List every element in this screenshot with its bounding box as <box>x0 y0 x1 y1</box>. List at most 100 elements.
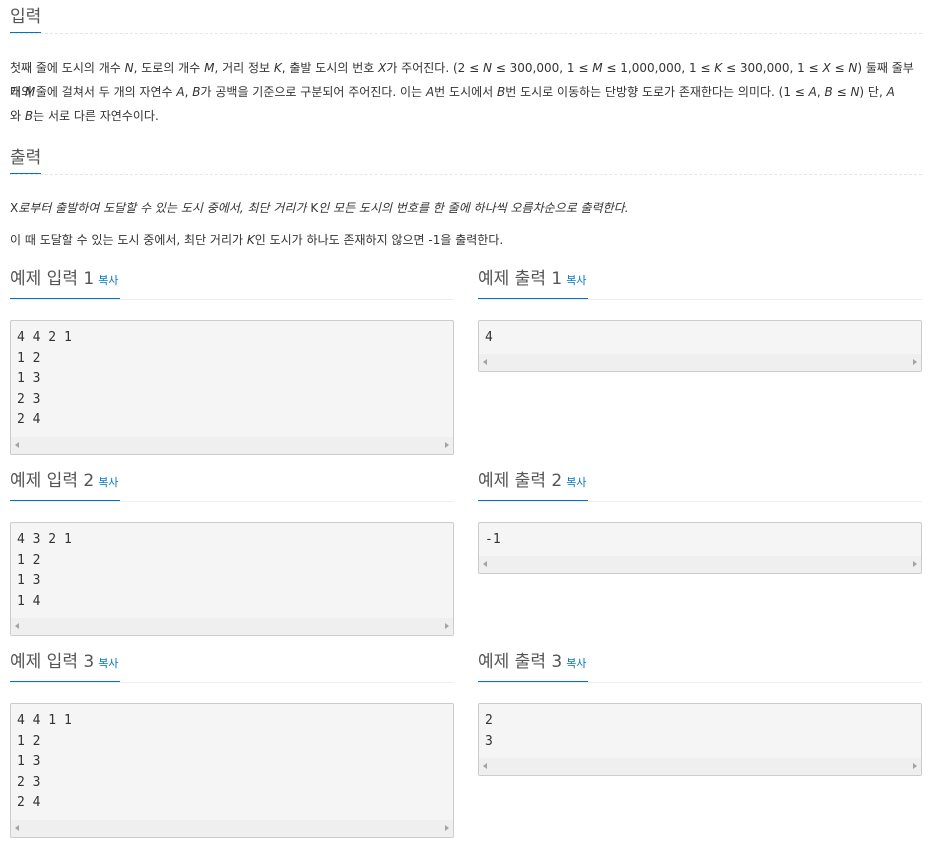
scroll-left-arrow-icon[interactable] <box>15 442 19 448</box>
sample-output-3-title: 예제 출력 3 복사 <box>478 651 589 682</box>
sample-output-1-header: 예제 출력 1 복사 <box>478 268 922 300</box>
math-variable: 로부터 출발하여 도달할 수 있는 도시 중에서, 최단 거리가 <box>18 201 311 215</box>
input-description-line-3: 와 B는 서로 다른 자연수이다. <box>10 104 920 128</box>
scroll-right-arrow-icon[interactable] <box>913 561 917 567</box>
text-run: ≤ 300,000, 1 ≤ <box>722 61 823 75</box>
sample-input-2-box: 4 3 2 1 1 2 1 3 1 4 <box>10 522 454 636</box>
input-description-line-2: 개의 줄에 걸쳐서 두 개의 자연수 A, B가 공백을 기준으로 구분되어 주… <box>10 80 920 104</box>
sample-input-1-title: 예제 입력 1 복사 <box>10 268 121 299</box>
text-run: K <box>310 201 319 215</box>
horizontal-scrollbar[interactable] <box>479 758 921 775</box>
math-variable: B <box>192 85 201 99</box>
math-variable: B <box>824 85 833 99</box>
scroll-left-arrow-icon[interactable] <box>483 561 487 567</box>
text-run: , 거리 정보 <box>214 61 274 75</box>
text-run: , 출발 도시의 번호 <box>281 61 379 75</box>
code-line: 4 3 2 1 <box>17 532 72 547</box>
math-variable: A <box>808 85 817 99</box>
sample-output-3-box: 23 <box>478 703 922 776</box>
output-section-header: 출력 <box>10 147 922 175</box>
sample-input-1-box: 4 4 2 1 1 2 1 3 2 3 2 4 <box>10 320 454 455</box>
scroll-right-arrow-icon[interactable] <box>913 359 917 365</box>
sample-output-1-title: 예제 출력 1 복사 <box>478 268 589 299</box>
code-line: 2 <box>485 713 493 728</box>
copy-sample-output-3-button[interactable]: 복사 <box>566 657 586 670</box>
math-variable: M <box>204 61 215 75</box>
text-run: ≤ 1,000,000, 1 ≤ <box>602 61 715 75</box>
sample-input-3-text: 4 4 1 1 1 2 1 3 2 3 2 4 <box>11 704 453 814</box>
text-run: 번 도시에서 <box>434 85 498 99</box>
code-line: 1 4 <box>17 593 41 609</box>
code-line: 2 3 <box>17 391 41 407</box>
code-line: 4 4 2 1 <box>17 330 72 345</box>
math-variable: N <box>482 61 492 75</box>
sample-output-3-header: 예제 출력 3 복사 <box>478 651 922 683</box>
scroll-left-arrow-icon[interactable] <box>483 359 487 365</box>
text-run: 개의 줄에 걸쳐서 두 개의 자연수 <box>10 85 177 99</box>
text-run: X <box>10 201 19 215</box>
output-description-line-1: X로부터 출발하여 도달할 수 있는 도시 중에서, 최단 거리가 K인 모든 … <box>10 196 920 220</box>
math-variable: K <box>246 233 255 247</box>
math-variable: N <box>848 61 858 75</box>
math-variable: K <box>273 61 282 75</box>
copy-sample-output-2-button[interactable]: 복사 <box>566 476 586 489</box>
math-variable: N <box>124 61 134 75</box>
text-run: 가 공백을 기준으로 구분되어 주어진다. 이는 <box>200 85 426 99</box>
sample-output-2-title: 예제 출력 2 복사 <box>478 470 589 501</box>
text-run: 와 <box>10 109 25 123</box>
text-run: , 도로의 개수 <box>133 61 205 75</box>
code-line: 2 3 <box>17 774 41 790</box>
sample-input-1-text: 4 4 2 1 1 2 1 3 2 3 2 4 <box>11 321 453 431</box>
code-line: 1 3 <box>17 371 41 386</box>
copy-sample-output-1-button[interactable]: 복사 <box>566 274 586 287</box>
scroll-left-arrow-icon[interactable] <box>15 825 19 831</box>
math-variable: A <box>886 85 895 99</box>
code-line: 1 2 <box>17 552 41 568</box>
sample-output-1-text: 4 <box>479 321 921 349</box>
horizontal-scrollbar[interactable] <box>479 556 921 573</box>
text-run: 인 도시가 하나도 존재하지 않으면 -1을 출력한다. <box>254 233 504 247</box>
scroll-left-arrow-icon[interactable] <box>483 763 487 769</box>
text-run: , <box>816 85 825 99</box>
scroll-left-arrow-icon[interactable] <box>15 623 19 629</box>
math-variable: 인 모든 도시의 번호를 한 줄에 하나씩 오름차순으로 출력한다. <box>318 201 629 215</box>
sample-output-2-header: 예제 출력 2 복사 <box>478 470 922 502</box>
horizontal-scrollbar[interactable] <box>11 618 453 635</box>
horizontal-scrollbar[interactable] <box>11 820 453 837</box>
sample-output-1-box: 4 <box>478 320 922 372</box>
horizontal-scrollbar[interactable] <box>479 354 921 371</box>
math-variable: B <box>497 85 506 99</box>
input-section-title: 입력 <box>10 6 42 33</box>
text-run: ≤ 300,000, 1 ≤ <box>491 61 593 75</box>
code-line: 1 2 <box>17 733 41 749</box>
sample-input-3-box: 4 4 1 1 1 2 1 3 2 3 2 4 <box>10 703 454 838</box>
math-variable: A <box>176 85 185 99</box>
code-line: 1 3 <box>17 754 41 769</box>
scroll-right-arrow-icon[interactable] <box>445 623 449 629</box>
scroll-right-arrow-icon[interactable] <box>913 763 917 769</box>
scroll-right-arrow-icon[interactable] <box>445 442 449 448</box>
scroll-right-arrow-icon[interactable] <box>445 825 449 831</box>
sample-input-3-header: 예제 입력 3 복사 <box>10 651 454 683</box>
horizontal-scrollbar[interactable] <box>11 437 453 454</box>
sample-input-3-title: 예제 입력 3 복사 <box>10 651 121 682</box>
math-variable: A <box>425 85 435 99</box>
input-section-header: 입력 <box>10 6 922 34</box>
code-line: 1 2 <box>17 350 41 366</box>
text-run: 가 주어진다. (2 ≤ <box>386 61 483 75</box>
copy-sample-input-1-button[interactable]: 복사 <box>98 274 118 287</box>
copy-sample-input-2-button[interactable]: 복사 <box>98 476 118 489</box>
sample-output-3-text: 23 <box>479 704 921 752</box>
code-line: 3 <box>485 733 493 749</box>
copy-sample-input-3-button[interactable]: 복사 <box>98 657 118 670</box>
text-run: 이 때 도달할 수 있는 도시 중에서, 최단 거리가 <box>10 233 247 247</box>
sample-output-2-text: -1 <box>479 523 921 551</box>
code-line: -1 <box>485 532 501 547</box>
sample-input-2-text: 4 3 2 1 1 2 1 3 1 4 <box>11 523 453 612</box>
code-line: 4 4 1 1 <box>17 713 72 728</box>
text-run: ) 단, <box>859 85 887 99</box>
text-run: 는 서로 다른 자연수이다. <box>33 109 159 123</box>
output-description-line-2: 이 때 도달할 수 있는 도시 중에서, 최단 거리가 K인 도시가 하나도 존… <box>10 228 920 252</box>
text-run: ≤ <box>832 85 851 99</box>
code-line: 2 4 <box>17 795 41 810</box>
